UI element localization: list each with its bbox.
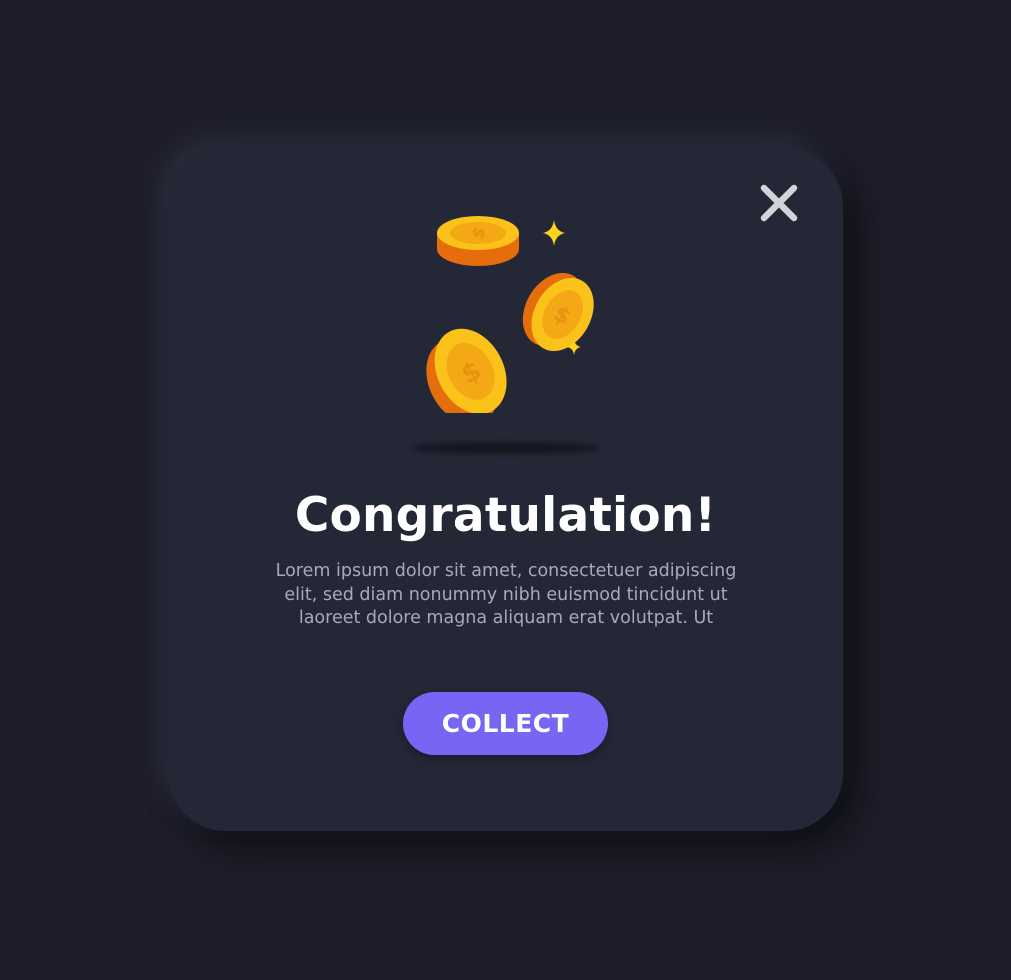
message-line: elit, sed diam nonummy nibh euismod tinc…	[284, 584, 728, 605]
coin-right: $	[522, 272, 594, 352]
dialog-title: Congratulation!	[294, 488, 717, 543]
reward-dialog: $ $ $ Congratulation! Lorem ipsum dolor …	[168, 148, 843, 831]
coin-top: $	[437, 216, 519, 266]
coins-icon: $ $ $	[426, 216, 594, 413]
screen-background: $ $ $ Congratulation! Lorem ipsum dolor …	[0, 0, 1011, 980]
collect-button[interactable]: COLLECT	[403, 692, 608, 755]
coin-bottom: $	[426, 328, 507, 413]
dialog-message: Lorem ipsum dolor sit amet, consectetuer…	[256, 560, 756, 631]
close-button[interactable]	[758, 182, 800, 224]
message-line: Lorem ipsum dolor sit amet, consectetuer…	[275, 561, 737, 581]
coins-shadow	[413, 442, 601, 454]
message-line: laoreet dolore magna aliquam erat volutp…	[298, 608, 714, 628]
close-icon	[760, 184, 798, 222]
sparkle-large	[543, 220, 565, 246]
